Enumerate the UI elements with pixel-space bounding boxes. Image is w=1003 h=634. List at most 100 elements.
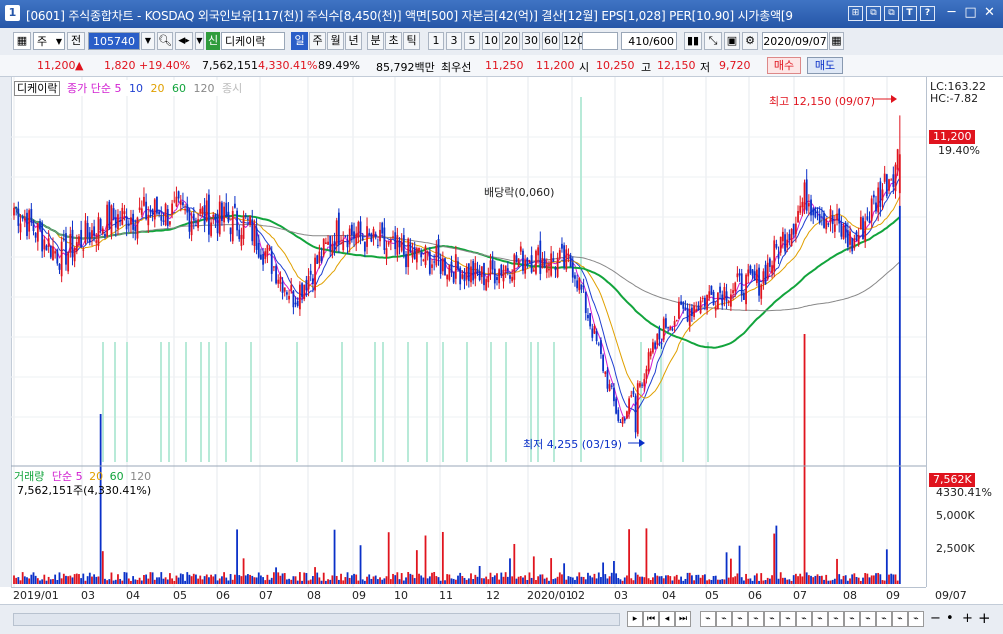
candle-body (864, 221, 867, 243)
volume-bar (75, 573, 78, 584)
candle-body (450, 261, 453, 273)
last-page-icon[interactable]: ⏭ (675, 611, 691, 627)
candle-body (160, 215, 163, 221)
volume-bar (398, 579, 401, 584)
horizontal-scrollbar[interactable] (13, 613, 620, 626)
volume-bar (270, 577, 273, 584)
close-button[interactable]: ✕ (982, 5, 997, 20)
zoom-in-icon[interactable]: + (962, 611, 973, 626)
chart-tool-10-icon[interactable]: ⌁ (844, 611, 860, 627)
volume-bar (771, 575, 773, 584)
chart-tool-8-icon[interactable]: ⌁ (812, 611, 828, 627)
candle-body (463, 274, 466, 282)
tab-day[interactable]: 일 (291, 32, 308, 50)
market-select[interactable]: 주 ▼ (33, 32, 65, 50)
grid-icon[interactable]: ▦ (13, 32, 31, 50)
candle-body (244, 215, 247, 217)
candle-type-icon[interactable]: ▮▮ (684, 32, 702, 50)
interval-30[interactable]: 30 (522, 32, 540, 50)
tab-week[interactable]: 주 (309, 32, 326, 50)
help-icon[interactable]: ? (920, 6, 935, 21)
chart-canvas[interactable] (11, 77, 926, 587)
interval-1[interactable]: 1 (428, 32, 444, 50)
settings-gear-icon[interactable]: ⚙ (742, 32, 758, 50)
search-icon[interactable]: 🔍︎ (157, 32, 173, 50)
chart-tool-13-icon[interactable]: ⌁ (892, 611, 908, 627)
price-axis[interactable]: LC:163.22 HC:-7.82 11,200 19.40% 7,562K … (926, 77, 1003, 587)
minimize-button[interactable]: ─ (944, 5, 959, 20)
scroll-right-icon[interactable]: ▸ (627, 611, 643, 627)
volume-bar (855, 576, 858, 584)
calendar-icon[interactable]: ▦ (829, 32, 844, 50)
count-field[interactable]: 410/600 (621, 32, 677, 50)
tab-year[interactable]: 년 (345, 32, 362, 50)
candle-body (175, 196, 178, 207)
tab-tick[interactable]: 틱 (403, 32, 420, 50)
stock-tag[interactable]: 디케이락 (14, 81, 61, 96)
candle-body (433, 261, 436, 263)
volume-bar (485, 576, 488, 584)
save-icon[interactable]: ▣ (724, 32, 740, 50)
candle-body (805, 179, 808, 211)
chart-tool-11-icon[interactable]: ⌁ (860, 611, 876, 627)
volume-bar (742, 580, 745, 584)
candle-body (214, 214, 217, 221)
volume-tick-2500k: 2,500K (936, 542, 975, 555)
chart-tool-5-icon[interactable]: ⌁ (764, 611, 780, 627)
tab-second[interactable]: 초 (385, 32, 402, 50)
zoom-out-icon[interactable]: − (930, 611, 941, 626)
link-window-icon[interactable]: ⧉ (884, 6, 899, 21)
volume-bar (322, 572, 325, 584)
custom-interval-input[interactable] (582, 32, 618, 50)
prev-button[interactable]: 전 (67, 32, 85, 50)
candle-body (273, 266, 275, 268)
interval-3[interactable]: 3 (446, 32, 462, 50)
volume-bar (498, 579, 501, 584)
sell-button[interactable]: 매도 (807, 57, 843, 74)
tile-icon[interactable]: ⊞ (848, 6, 863, 21)
chart-tool-4-icon[interactable]: ⌁ (748, 611, 764, 627)
candle-body (784, 234, 786, 252)
chart-tool-2-icon[interactable]: ⌁ (716, 611, 732, 627)
interval-60[interactable]: 60 (542, 32, 560, 50)
chart-tool-6-icon[interactable]: ⌁ (780, 611, 796, 627)
text-tool-icon[interactable]: T (902, 6, 917, 21)
prev-page-icon[interactable]: ◂ (659, 611, 675, 627)
tab-minute[interactable]: 분 (367, 32, 384, 50)
interval-5[interactable]: 5 (464, 32, 480, 50)
maximize-button[interactable]: □ (963, 5, 978, 20)
chart-tool-14-icon[interactable]: ⌁ (908, 611, 924, 627)
volume-bar (91, 576, 93, 584)
copy-window-icon[interactable]: ⧉ (866, 6, 881, 21)
volume-bar (86, 576, 89, 584)
zoom-in-button[interactable]: + (978, 609, 991, 627)
date-input[interactable]: 2020/09/07 (762, 32, 828, 50)
code-dropdown-icon[interactable]: ▼ (141, 32, 155, 50)
tab-month[interactable]: 월 (327, 32, 344, 50)
chart-tool-9-icon[interactable]: ⌁ (828, 611, 844, 627)
first-page-icon[interactable]: ⏮ (643, 611, 659, 627)
volume-bar (472, 578, 475, 584)
candle-body (838, 209, 841, 224)
chart-tool-3-icon[interactable]: ⌁ (732, 611, 748, 627)
candle-body (758, 267, 760, 296)
zoom-slider-icon[interactable]: • (946, 611, 954, 626)
volume-bar (311, 576, 314, 584)
interval-10[interactable]: 10 (482, 32, 500, 50)
sound-icon[interactable]: ◀▸ (175, 32, 193, 50)
chart-tool-7-icon[interactable]: ⌁ (796, 611, 812, 627)
volume-bar (784, 577, 786, 584)
interval-120[interactable]: 120 (562, 32, 584, 50)
stock-code-input[interactable]: 105740 (88, 32, 140, 50)
sound-dropdown-icon[interactable]: ▼ (195, 32, 204, 50)
draw-tool-icon[interactable]: ⤡ (704, 32, 722, 50)
candle-body (86, 222, 89, 238)
interval-20[interactable]: 20 (502, 32, 520, 50)
date-axis[interactable]: 2019/01 03 04 05 06 07 08 09 10 11 12 20… (11, 587, 926, 605)
volume-bar (342, 580, 345, 584)
chart-tool-12-icon[interactable]: ⌁ (876, 611, 892, 627)
stock-name-field[interactable]: 디케이락 (221, 32, 285, 50)
buy-button[interactable]: 매수 (767, 57, 801, 74)
candle-body (671, 328, 674, 331)
chart-tool-1-icon[interactable]: ⌁ (700, 611, 716, 627)
